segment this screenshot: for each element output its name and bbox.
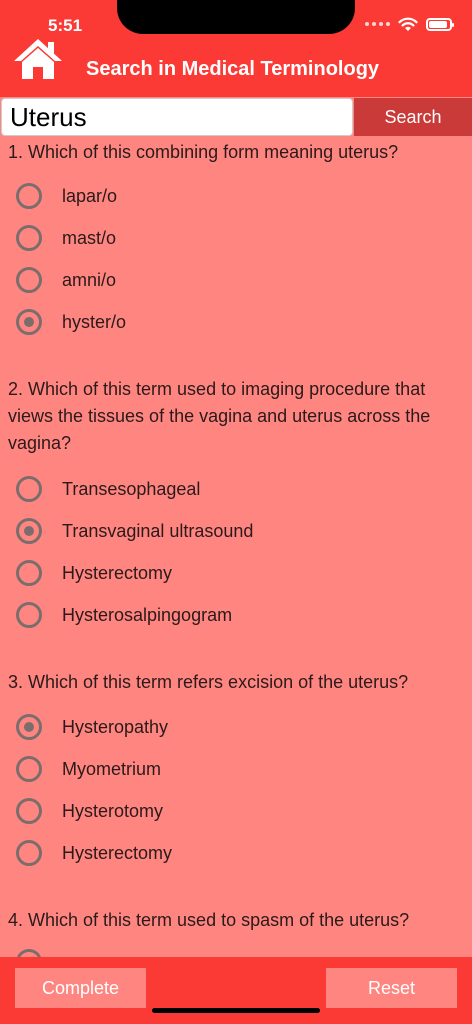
question-2-option-2[interactable]: Transvaginal ultrasound	[16, 514, 253, 548]
reset-button[interactable]: Reset	[326, 968, 457, 1008]
question-2-option-1[interactable]: Transesophageal	[16, 472, 200, 506]
option-label: mast/o	[62, 227, 117, 248]
complete-button[interactable]: Complete	[15, 968, 146, 1008]
radio-button[interactable]	[16, 183, 42, 209]
radio-button[interactable]	[16, 798, 42, 824]
question-3-option-3[interactable]: Hysterotomy	[16, 794, 163, 828]
question-2-option-3[interactable]: Hysterectomy	[16, 556, 172, 590]
app-screen: 5:51 Search in Medical Terminology Searc…	[0, 0, 472, 1024]
radio-button[interactable]	[16, 756, 42, 782]
search-bar: Search	[0, 97, 472, 137]
option-label: Hysteropathy	[62, 716, 169, 737]
wifi-icon	[398, 17, 418, 31]
footer-bar: Complete Reset	[0, 957, 472, 1024]
question-4-text: 4. Which of this term used to spasm of t…	[8, 910, 410, 930]
option-label: Transesophageal	[62, 478, 201, 499]
question-1-option-4[interactable]: hyster/o	[16, 305, 126, 339]
radio-button[interactable]	[16, 476, 42, 502]
page-title: Search in Medical Terminology	[86, 58, 380, 80]
status-time: 5:51	[48, 16, 83, 35]
home-icon	[14, 39, 62, 79]
option-label: Transvaginal ultrasound	[62, 520, 254, 541]
question-2-text: 2. Which of this term used to imaging pr…	[8, 379, 431, 453]
question-1-option-3[interactable]: amni/o	[16, 263, 116, 297]
question-3-option-2[interactable]: Myometrium	[16, 752, 161, 786]
option-label: Myometrium	[62, 758, 162, 779]
search-input[interactable]	[1, 98, 353, 136]
radio-button-selected[interactable]	[16, 518, 42, 544]
status-icons	[365, 14, 454, 34]
home-button[interactable]	[12, 37, 64, 81]
question-2-option-4[interactable]: Hysterosalpingogram	[16, 598, 232, 632]
option-label: hyster/o	[62, 311, 127, 332]
option-label: Hysterosalpingogram	[62, 604, 233, 625]
radio-button[interactable]	[16, 840, 42, 866]
radio-button[interactable]	[16, 225, 42, 251]
question-1-option-1[interactable]: lapar/o	[16, 179, 117, 213]
question-3-option-1[interactable]: Hysteropathy	[16, 710, 168, 744]
home-indicator	[152, 1008, 320, 1013]
radio-button[interactable]	[16, 602, 42, 628]
question-1-text: 1. Which of this combining form meaning …	[8, 142, 399, 162]
radio-button[interactable]	[16, 267, 42, 293]
question-4-option-1[interactable]	[16, 945, 62, 957]
quiz-list: 1. Which of this combining form meaning …	[0, 137, 472, 957]
option-label: Hysterectomy	[62, 842, 173, 863]
device-notch	[117, 0, 355, 34]
signal-icon	[365, 22, 390, 26]
search-button[interactable]: Search	[354, 98, 472, 136]
radio-button-selected[interactable]	[16, 714, 42, 740]
radio-button-selected[interactable]	[16, 309, 42, 335]
question-1-option-2[interactable]: mast/o	[16, 221, 116, 255]
header-bar: 5:51 Search in Medical Terminology	[0, 0, 472, 97]
option-label: Hysterotomy	[62, 800, 164, 821]
option-label: Hysterectomy	[62, 562, 173, 583]
radio-button[interactable]	[16, 560, 42, 586]
question-3-option-4[interactable]: Hysterectomy	[16, 836, 172, 870]
question-3-text: 3. Which of this term refers excision of…	[8, 672, 409, 692]
option-label: amni/o	[62, 269, 117, 290]
option-label: lapar/o	[62, 185, 118, 206]
radio-button[interactable]	[16, 949, 42, 957]
battery-icon	[426, 17, 454, 31]
